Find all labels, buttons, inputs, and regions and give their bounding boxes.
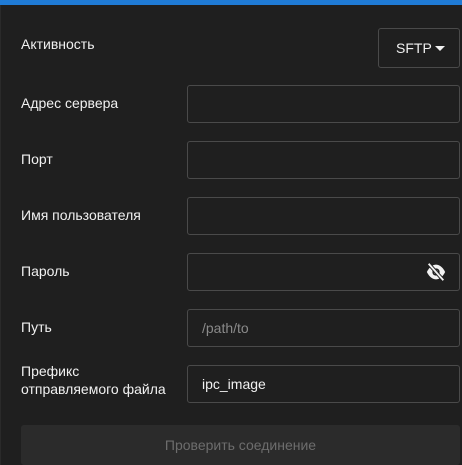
- server-row: Адрес сервера: [1, 80, 462, 136]
- port-input[interactable]: [187, 141, 460, 179]
- password-label: Пароль: [21, 263, 70, 279]
- protocol-dropdown[interactable]: SFTP: [378, 28, 460, 68]
- port-label: Порт: [21, 151, 53, 167]
- server-label: Адрес сервера: [21, 95, 119, 111]
- prefix-label-line2: отправляемого файла: [21, 381, 166, 397]
- username-row: Имя пользователя: [1, 192, 462, 248]
- chevron-down-icon: [435, 46, 445, 51]
- prefix-label: Префикс отправляемого файла: [21, 362, 166, 398]
- path-input[interactable]: /path/to: [187, 309, 460, 347]
- password-input[interactable]: [187, 253, 460, 291]
- username-input[interactable]: [187, 197, 460, 235]
- prefix-input[interactable]: ipc_image: [187, 365, 460, 403]
- server-input[interactable]: [187, 85, 460, 123]
- path-label: Путь: [21, 319, 52, 335]
- activity-label: Активность: [21, 36, 95, 52]
- username-label: Имя пользователя: [21, 207, 141, 223]
- sftp-settings-panel: Активность SFTP Адрес сервера Порт Имя п…: [0, 5, 462, 465]
- check-connection-button[interactable]: Проверить соединение: [21, 425, 460, 465]
- prefix-row: Префикс отправляемого файла ipc_image: [1, 360, 462, 416]
- path-row: Путь /path/to: [1, 304, 462, 360]
- password-row: Пароль: [1, 248, 462, 304]
- eye-off-icon[interactable]: [425, 262, 447, 282]
- prefix-label-line1: Префикс: [21, 363, 80, 379]
- port-row: Порт: [1, 136, 462, 192]
- activity-row: Активность SFTP: [1, 5, 462, 68]
- protocol-dropdown-value: SFTP: [396, 40, 432, 56]
